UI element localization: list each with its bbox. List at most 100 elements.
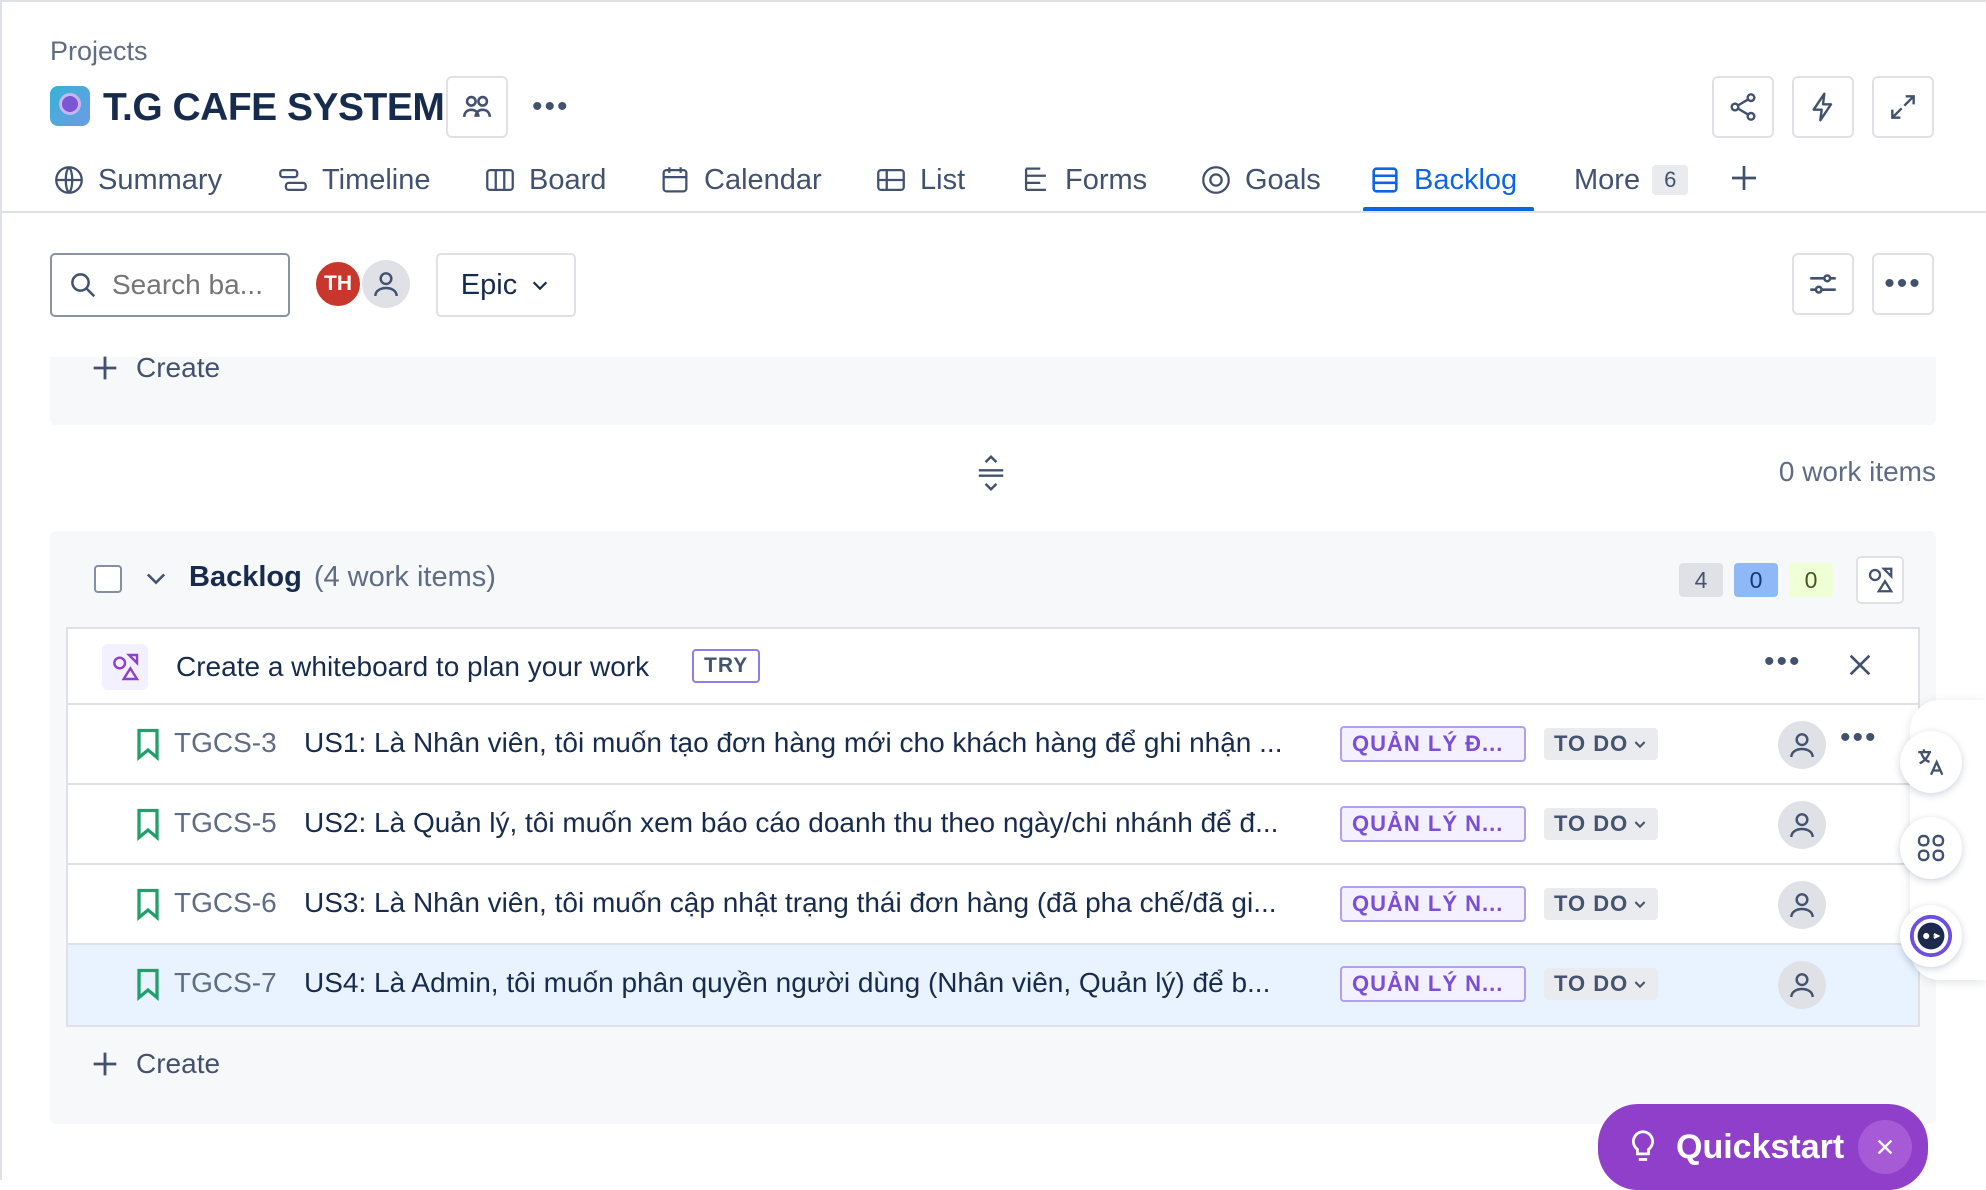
tab-timeline[interactable]: Timeline xyxy=(276,160,431,200)
table-row[interactable]: TGCS-5 US2: Là Quản lý, tôi muốn xem báo… xyxy=(68,785,1918,865)
expand-icon xyxy=(1891,95,1915,119)
tab-label: Goals xyxy=(1245,163,1321,196)
whiteboard-more-button[interactable]: ••• xyxy=(1764,647,1802,677)
table-row[interactable]: TGCS-7 US4: Là Admin, tôi muốn phân quyề… xyxy=(68,945,1918,1025)
status-dropdown[interactable]: TO DO xyxy=(1544,968,1659,1000)
search-input[interactable] xyxy=(110,268,279,302)
tab-forms[interactable]: Forms xyxy=(1019,160,1147,200)
tab-label: Forms xyxy=(1065,163,1148,196)
board-more-button[interactable]: ••• xyxy=(1872,253,1934,315)
todo-count-badge: 4 xyxy=(1679,563,1723,597)
create-label: Create xyxy=(136,352,221,383)
story-icon xyxy=(137,808,159,841)
assignee-avatar[interactable] xyxy=(1778,881,1826,929)
plus-icon xyxy=(1732,166,1756,190)
search-box[interactable] xyxy=(50,253,290,317)
issue-key[interactable]: TGCS-7 xyxy=(174,967,277,999)
issue-summary[interactable]: US3: Là Nhân viên, tôi muốn cập nhật trạ… xyxy=(304,887,1364,919)
tab-backlog[interactable]: Backlog xyxy=(1368,160,1517,200)
row-more-button[interactable]: ••• xyxy=(1840,723,1878,753)
tab-label: Backlog xyxy=(1414,163,1518,196)
issue-summary[interactable]: US2: Là Quản lý, tôi muốn xem báo cáo do… xyxy=(304,807,1364,839)
lightbulb-icon xyxy=(1632,1130,1654,1161)
automation-button[interactable] xyxy=(1792,76,1854,138)
list-icon xyxy=(877,168,905,192)
quickstart-close-button[interactable] xyxy=(1858,1120,1912,1174)
status-label: TO DO xyxy=(1554,971,1629,996)
assignee-avatar[interactable] xyxy=(1778,961,1826,1009)
project-more-button[interactable]: ••• xyxy=(532,92,570,122)
goals-icon xyxy=(1202,166,1230,194)
more-count-badge: 6 xyxy=(1652,165,1689,195)
view-settings-button[interactable] xyxy=(1792,253,1854,315)
plus-icon xyxy=(93,356,117,380)
chevron-down-icon xyxy=(1634,901,1646,909)
table-row[interactable]: TGCS-6 US3: Là Nhân viên, tôi muốn cập n… xyxy=(68,865,1918,945)
dismiss-button[interactable] xyxy=(1844,649,1876,686)
unassigned-avatar[interactable] xyxy=(362,260,410,308)
epic-filter-button[interactable]: Epic xyxy=(436,253,576,317)
issue-summary[interactable]: US1: Là Nhân viên, tôi muốn tạo đơn hàng… xyxy=(304,727,1364,759)
status-dropdown[interactable]: TO DO xyxy=(1544,888,1659,920)
assignee-avatar[interactable] xyxy=(1778,721,1826,769)
epic-lozenge[interactable]: QUẢN LÝ N... xyxy=(1340,966,1526,1002)
apps-icon xyxy=(1917,834,1945,862)
try-badge[interactable]: TRY xyxy=(692,649,761,683)
status-dropdown[interactable]: TO DO xyxy=(1544,808,1659,840)
backlog-count: (4 work items) xyxy=(313,561,496,593)
close-icon xyxy=(1877,1139,1893,1155)
issue-key[interactable]: TGCS-6 xyxy=(174,887,277,919)
apps-button[interactable] xyxy=(1900,817,1962,879)
issue-key[interactable]: TGCS-5 xyxy=(174,807,277,839)
epic-lozenge[interactable]: QUẢN LÝ N... xyxy=(1340,806,1526,842)
fullscreen-button[interactable] xyxy=(1872,76,1934,138)
page-title: T.G CAFE SYSTEM xyxy=(103,86,445,129)
plus-icon xyxy=(93,1052,117,1076)
epic-lozenge[interactable]: QUẢN LÝ N... xyxy=(1340,886,1526,922)
share-button[interactable] xyxy=(1712,76,1774,138)
avatar[interactable]: TH xyxy=(314,260,362,308)
tab-label: List xyxy=(920,163,966,196)
table-row[interactable]: TGCS-3 US1: Là Nhân viên, tôi muốn tạo đ… xyxy=(68,705,1918,785)
calendar-icon xyxy=(662,167,688,193)
assistant-button[interactable] xyxy=(1900,905,1962,967)
backlog-select-checkbox[interactable] xyxy=(94,565,122,593)
tab-goals[interactable]: Goals xyxy=(1199,160,1321,200)
chevron-down-icon xyxy=(1634,741,1646,749)
status-label: TO DO xyxy=(1554,811,1629,836)
resize-handle[interactable] xyxy=(974,454,1008,497)
epic-lozenge[interactable]: QUẢN LÝ Đ... xyxy=(1340,726,1526,762)
tab-list[interactable]: List xyxy=(874,160,965,200)
sliders-icon xyxy=(1810,274,1836,294)
story-icon xyxy=(137,728,159,761)
tab-calendar[interactable]: Calendar xyxy=(658,160,822,200)
close-icon xyxy=(1849,654,1871,676)
status-label: TO DO xyxy=(1554,731,1629,756)
backlog-create-button[interactable]: Create xyxy=(88,1047,220,1081)
whiteboard-icon xyxy=(102,644,148,690)
add-tab-button[interactable] xyxy=(1726,160,1762,201)
whiteboard-prompt-row: Create a whiteboard to plan your work TR… xyxy=(68,629,1918,705)
board-icon xyxy=(486,168,514,192)
backlog-collapse-toggle[interactable] xyxy=(142,564,170,597)
quickstart-button[interactable]: Quickstart xyxy=(1598,1104,1928,1190)
assignee-avatar[interactable] xyxy=(1778,801,1826,849)
share-icon xyxy=(1730,93,1756,121)
project-logo xyxy=(50,86,90,126)
sprint-create-button[interactable]: Create xyxy=(88,351,220,385)
issue-key[interactable]: TGCS-3 xyxy=(174,727,277,759)
issue-summary[interactable]: US4: Là Admin, tôi muốn phân quyền người… xyxy=(304,967,1364,999)
status-dropdown[interactable]: TO DO xyxy=(1544,728,1659,760)
assistant-face-icon xyxy=(1909,914,1953,958)
tab-board[interactable]: Board xyxy=(483,160,606,200)
shapes-icon xyxy=(1868,567,1894,593)
translate-button[interactable] xyxy=(1900,731,1962,793)
tab-more[interactable]: More 6 xyxy=(1574,160,1689,200)
whiteboard-button[interactable] xyxy=(1856,556,1904,604)
person-icon xyxy=(1790,733,1814,758)
forms-icon xyxy=(1024,167,1046,192)
timeline-icon xyxy=(279,168,307,192)
tab-summary[interactable]: Summary xyxy=(52,160,222,200)
breadcrumb[interactable]: Projects xyxy=(50,36,148,67)
team-button[interactable] xyxy=(446,76,508,138)
